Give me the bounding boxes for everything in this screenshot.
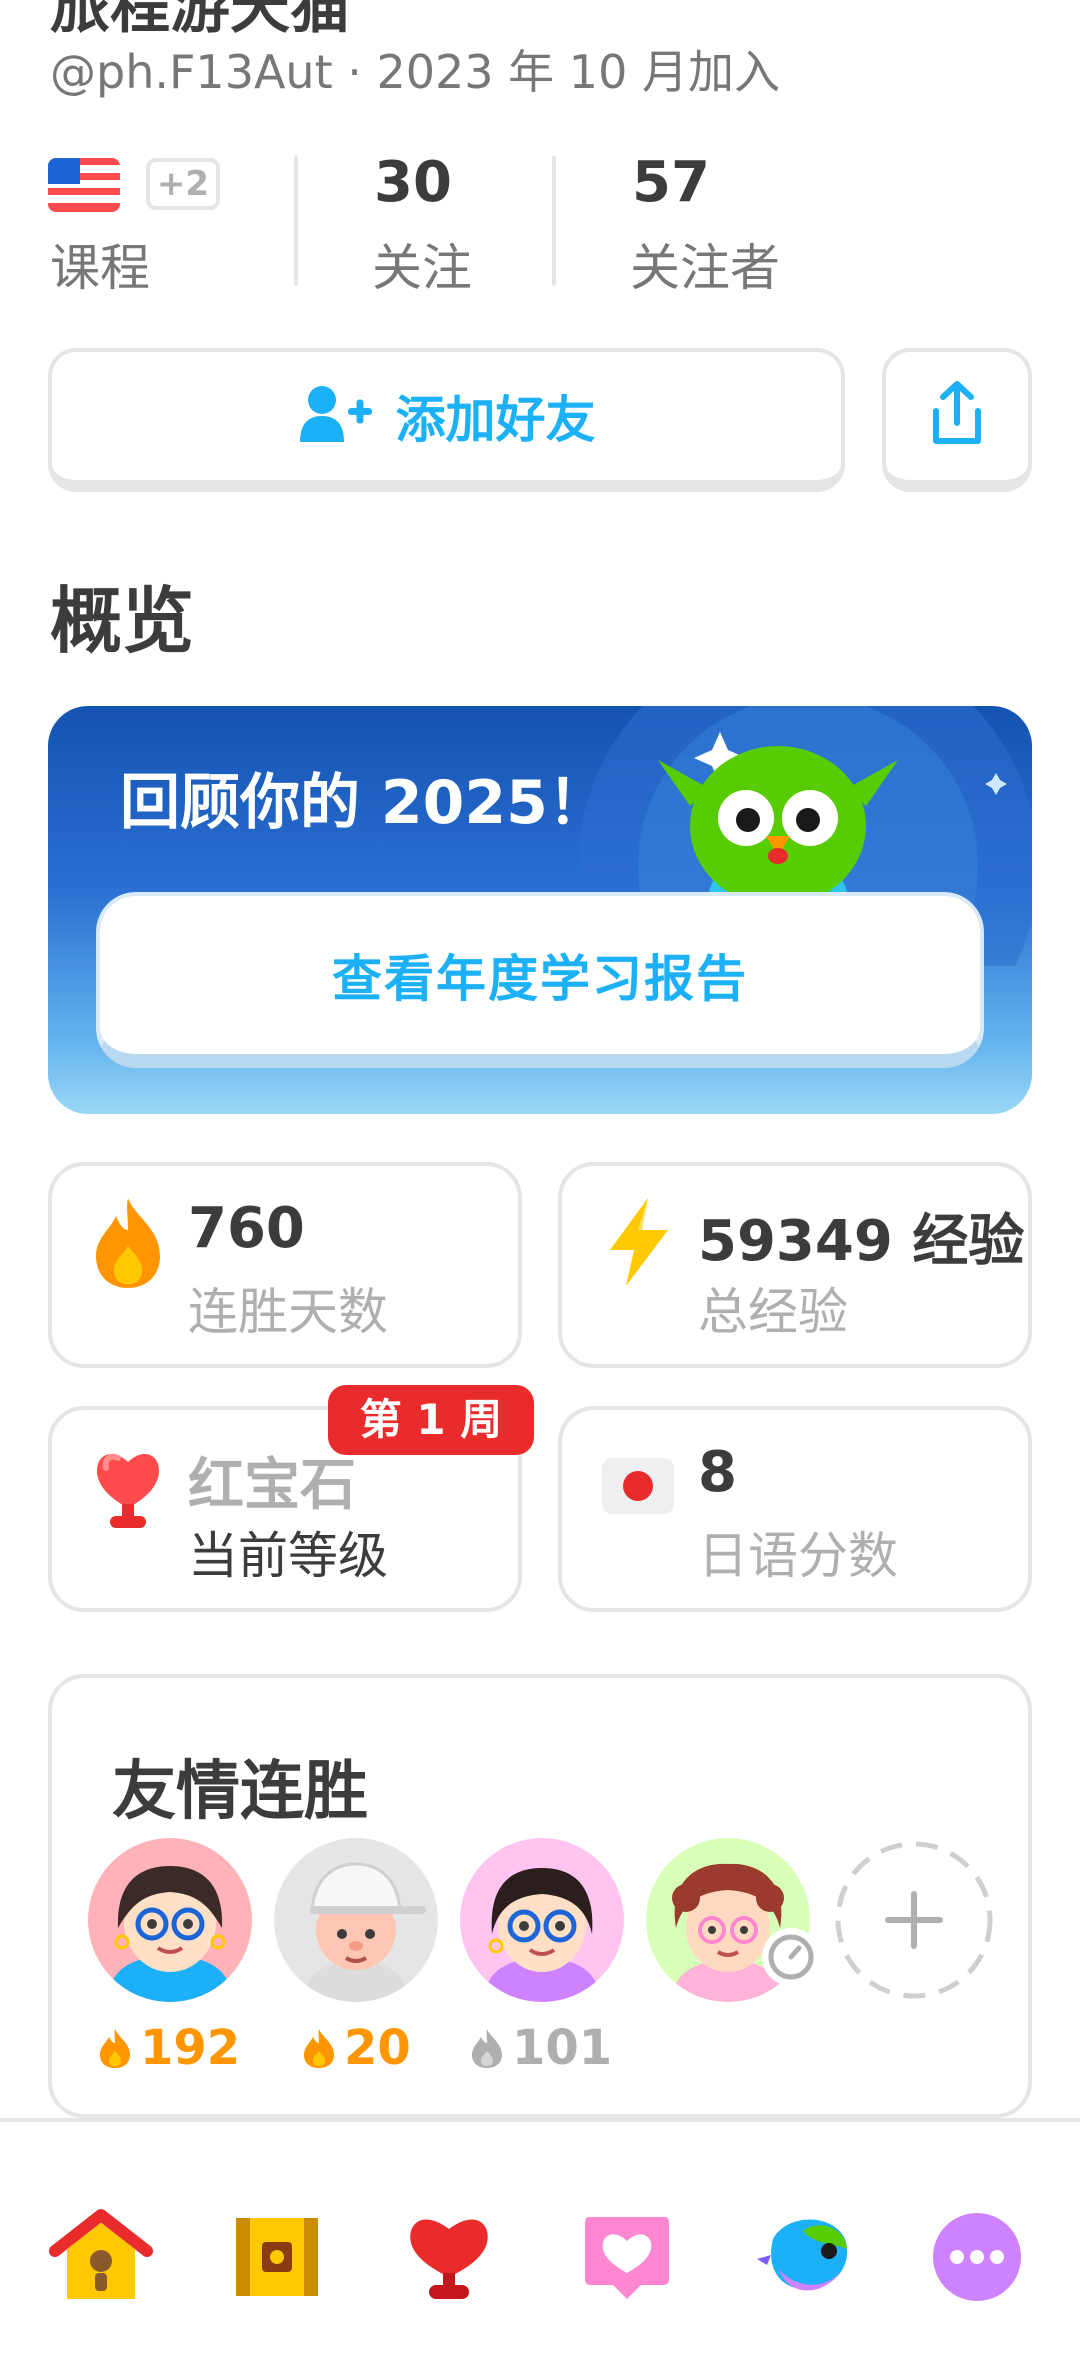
friend-streak-value: 20 <box>344 2020 411 2076</box>
friend-streak-value: 101 <box>512 2020 613 2076</box>
streak-days-card[interactable]: 760 连胜天数 <box>48 1162 522 1368</box>
lightning-icon <box>598 1194 678 1290</box>
friend-avatar[interactable] <box>460 1838 624 2002</box>
japanese-score-label: 日语分数 <box>698 1527 898 1585</box>
total-xp-label: 总经验 <box>698 1283 848 1341</box>
fire-icon <box>304 2029 334 2068</box>
following-label[interactable]: 关注 <box>372 228 472 300</box>
courses-label: 课程 <box>50 239 150 297</box>
view-annual-report-label: 查看年度学习报告 <box>332 950 748 1008</box>
share-icon <box>926 379 988 453</box>
divider <box>552 156 556 286</box>
pending-clock-icon <box>762 1928 820 1986</box>
hearts-icon[interactable] <box>572 2202 682 2312</box>
friend-avatar[interactable] <box>88 1838 252 2002</box>
bottom-navigation <box>0 2118 1080 2378</box>
share-button[interactable] <box>882 348 1032 492</box>
current-league-label: 当前等级 <box>188 1527 388 1585</box>
profile-handle: @ph.F13Aut · 2023 年 10 月加入 <box>50 45 780 99</box>
more-icon[interactable] <box>922 2202 1032 2312</box>
divider <box>294 156 298 286</box>
year-review-title: 回顾你的 2025！ <box>120 768 608 838</box>
friend-streaks-card: 友情连胜 192 20 101 <box>48 1674 1032 2118</box>
extra-courses-badge[interactable]: +2 <box>146 158 220 210</box>
add-user-icon <box>298 384 374 448</box>
year-review-card[interactable]: 回顾你的 2025！ 查看年度学习报告 <box>48 706 1032 1114</box>
following-count[interactable]: 30 <box>374 150 452 215</box>
fire-icon <box>88 1194 168 1290</box>
inactive-fire-icon <box>472 2029 502 2068</box>
friend-streaks-title: 友情连胜 <box>112 1755 368 1829</box>
japan-flag-icon <box>598 1438 678 1534</box>
home-icon[interactable] <box>46 2202 156 2312</box>
friend-avatar[interactable] <box>274 1838 438 2002</box>
week-badge: 第 1 周 <box>328 1385 534 1455</box>
total-xp-value: 59349 经验 <box>698 1209 1025 1274</box>
current-league-value: 红宝石 <box>188 1453 356 1518</box>
leaderboard-icon[interactable] <box>394 2202 504 2312</box>
overview-title: 概览 <box>50 579 195 663</box>
friend-streak-count: 101 <box>470 2020 612 2076</box>
add-friend-button[interactable]: 添加好友 <box>48 348 845 492</box>
friend-streak-count: 192 <box>98 2020 240 2076</box>
plus-icon <box>835 1841 993 1999</box>
streak-days-label: 连胜天数 <box>188 1283 388 1341</box>
fire-icon <box>100 2029 130 2068</box>
friend-streak-count: 20 <box>302 2020 411 2076</box>
followers-label[interactable]: 关注者 <box>630 228 780 300</box>
friend-streak-value: 192 <box>140 2020 241 2076</box>
add-friend-label: 添加好友 <box>395 391 596 449</box>
view-annual-report-button[interactable]: 查看年度学习报告 <box>96 892 984 1068</box>
followers-count[interactable]: 57 <box>632 150 710 215</box>
japanese-score-value: 8 <box>698 1440 737 1505</box>
japanese-score-card[interactable]: 8 日语分数 <box>558 1406 1032 1612</box>
add-friend-streak-button[interactable] <box>832 1838 996 2002</box>
chest-icon[interactable] <box>222 2202 332 2312</box>
ruby-trophy-icon <box>88 1438 168 1534</box>
us-flag-icon[interactable] <box>48 158 120 212</box>
duo-bird-icon[interactable] <box>750 2202 860 2312</box>
streak-days-value: 760 <box>188 1196 305 1261</box>
total-xp-card[interactable]: 59349 经验 总经验 <box>558 1162 1032 1368</box>
